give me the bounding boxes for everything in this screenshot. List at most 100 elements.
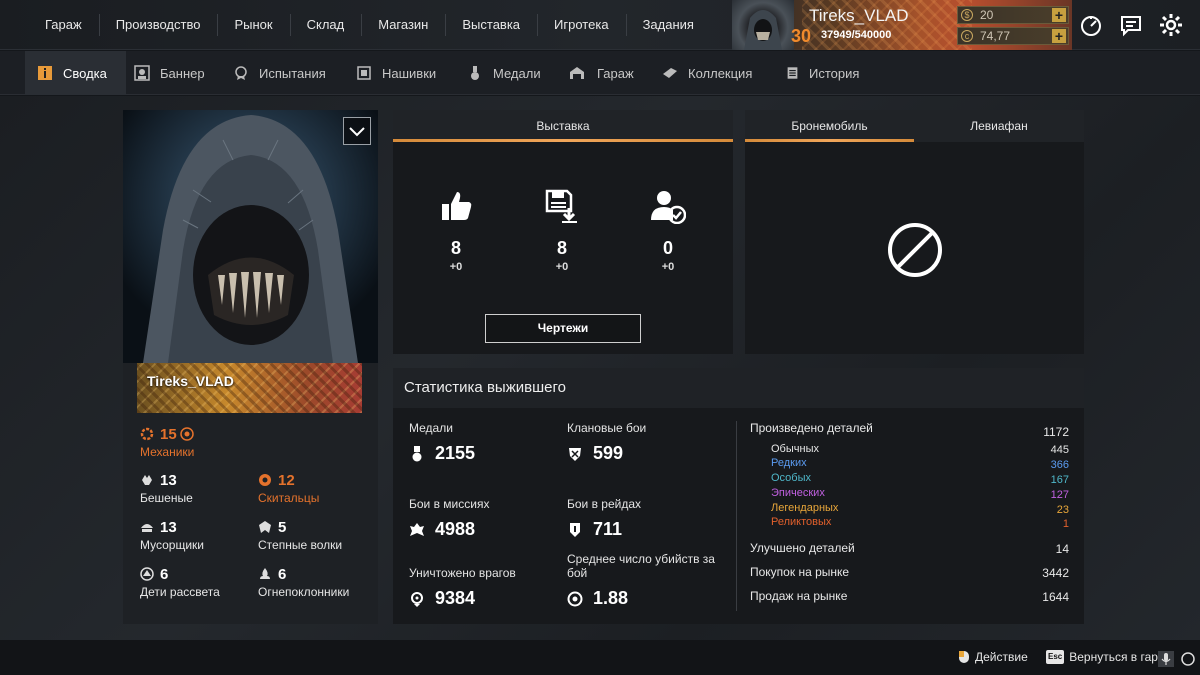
nav-production[interactable]: Производство bbox=[98, 0, 218, 50]
nav-exhibition[interactable]: Выставка bbox=[445, 0, 537, 50]
chevron-down-icon[interactable] bbox=[343, 117, 371, 145]
crosshair-icon bbox=[411, 591, 423, 607]
back-to-garage-label: Вернуться в гар bbox=[1069, 650, 1158, 664]
stat-mission-battles: Бои в миссиях 4988 bbox=[409, 497, 489, 540]
parts-upgraded-label: Улучшено деталей bbox=[750, 541, 855, 555]
avatar-image bbox=[123, 110, 378, 363]
rarity-legendary-value: 23 bbox=[1056, 504, 1069, 516]
tab-banner[interactable]: Баннер bbox=[134, 51, 205, 95]
downloads-stat: 8 +0 bbox=[522, 188, 602, 273]
tab-leviathan[interactable]: Левиафан bbox=[914, 110, 1084, 142]
faction-mechanics-value: 15 bbox=[160, 425, 177, 443]
faction-dawns-children-value: 6 bbox=[160, 565, 169, 583]
tab-summary[interactable]: Сводка bbox=[25, 51, 126, 95]
nav-storage[interactable]: Склад bbox=[289, 0, 362, 50]
user-check-icon bbox=[651, 191, 686, 224]
garage-icon bbox=[570, 67, 584, 79]
subscribers-stat: 0 +0 bbox=[628, 188, 708, 273]
add-premium-button[interactable]: + bbox=[1052, 29, 1066, 43]
no-vehicle-icon bbox=[888, 223, 942, 277]
rarity-special-label: Особых bbox=[771, 472, 812, 484]
faction-dawns-children-label: Дети рассвета bbox=[140, 585, 220, 599]
mechanics-icon bbox=[140, 427, 154, 441]
downloads-delta: +0 bbox=[555, 261, 569, 273]
parts-produced-label: Произведено деталей bbox=[750, 421, 873, 435]
coin-icon: $ bbox=[961, 9, 973, 21]
tab-challenges-label: Испытания bbox=[259, 65, 326, 81]
currency-coins: $ 20 + bbox=[957, 6, 1069, 24]
stat-medals: Медали 2155 bbox=[409, 421, 475, 464]
rarity-common-label: Обычных bbox=[771, 443, 819, 455]
stat-clan-battles: Клановые бои 599 bbox=[567, 421, 646, 464]
tab-banner-label: Баннер bbox=[160, 65, 205, 81]
faction-dawns-children: 6 Дети рассвета bbox=[140, 564, 220, 600]
stat-clan-battles-value: 599 bbox=[593, 443, 624, 463]
likes-delta: +0 bbox=[449, 261, 463, 273]
tab-garage[interactable]: Гараж bbox=[567, 51, 634, 95]
faction-steppenwolfs-value: 5 bbox=[278, 518, 287, 536]
stat-average-kills: Среднее число убийств за бой 1.88 bbox=[567, 552, 727, 609]
rarity-rare-value: 366 bbox=[1050, 459, 1069, 471]
blueprints-button[interactable]: Чертежи bbox=[485, 314, 641, 343]
gear-icon[interactable] bbox=[1159, 13, 1183, 37]
faction-mechanics-label: Механики bbox=[140, 445, 195, 459]
nav-garage[interactable]: Гараж bbox=[28, 0, 99, 50]
market-sales-value: 1644 bbox=[1042, 590, 1069, 604]
stat-medals-label: Медали bbox=[409, 421, 453, 435]
stat-raid-battles: Бои в рейдах 711 bbox=[567, 497, 641, 540]
faction-firestarters: 6 Огнепоклонники bbox=[258, 564, 350, 600]
stat-raid-battles-label: Бои в рейдах bbox=[567, 497, 642, 511]
stats-divider bbox=[736, 421, 737, 611]
nav-game-library[interactable]: Игротека bbox=[537, 0, 626, 50]
player-name: Tireks_VLAD bbox=[809, 6, 909, 25]
action-hint[interactable]: Действие bbox=[958, 650, 1028, 664]
faction-scavengers-label: Мусорщики bbox=[140, 538, 205, 552]
faction-nomads-value: 12 bbox=[278, 471, 295, 489]
faction-scavengers-value: 13 bbox=[160, 518, 177, 536]
faction-nomads-label: Скитальцы bbox=[258, 491, 320, 505]
dawns-children-icon bbox=[140, 567, 154, 581]
challenge-medal-icon bbox=[235, 66, 247, 80]
action-hint-label: Действие bbox=[975, 650, 1028, 664]
likes-value: 8 bbox=[450, 238, 461, 258]
collection-icon bbox=[663, 68, 677, 78]
tab-history[interactable]: История bbox=[786, 51, 859, 95]
tab-challenges[interactable]: Испытания bbox=[233, 51, 326, 95]
tab-collection[interactable]: Коллекция bbox=[662, 51, 752, 95]
tab-history-label: История bbox=[809, 65, 860, 81]
add-coins-button[interactable]: + bbox=[1052, 8, 1066, 22]
nav-market[interactable]: Рынок bbox=[217, 0, 289, 50]
patch-icon bbox=[357, 66, 371, 80]
nav-tasks[interactable]: Задания bbox=[625, 0, 711, 50]
medal-icon bbox=[412, 445, 422, 461]
nav-shop[interactable]: Магазин bbox=[361, 0, 445, 50]
mechanics-rank-icon bbox=[179, 427, 194, 441]
stat-average-kills-value: 1.88 bbox=[593, 588, 629, 608]
stat-enemies-destroyed-value: 9384 bbox=[435, 588, 476, 608]
tab-armored-car[interactable]: Бронемобиль bbox=[745, 110, 914, 142]
tab-collection-label: Коллекция bbox=[688, 65, 753, 81]
stat-raid-battles-value: 711 bbox=[593, 519, 623, 539]
rarity-common-value: 445 bbox=[1050, 444, 1069, 456]
kill-average-icon bbox=[567, 591, 583, 606]
tab-patches[interactable]: Нашивки bbox=[356, 51, 436, 95]
player-level: 30 bbox=[791, 26, 812, 46]
chat-icon[interactable] bbox=[1119, 13, 1143, 37]
back-to-garage-hint[interactable]: Esc Вернуться в гар bbox=[1046, 650, 1158, 664]
parts-upgraded-value: 14 bbox=[1055, 542, 1069, 556]
market-sales-label: Продаж на рынке bbox=[750, 589, 848, 603]
stat-clan-battles-label: Клановые бои bbox=[567, 421, 647, 435]
speedometer-icon[interactable] bbox=[1079, 13, 1103, 37]
mission-icon bbox=[410, 522, 424, 536]
faction-firestarters-label: Огнепоклонники bbox=[258, 585, 350, 599]
tab-medals[interactable]: Медали bbox=[467, 51, 541, 95]
parts-produced-value: 1172 bbox=[1043, 425, 1069, 439]
subscribers-delta: +0 bbox=[661, 261, 675, 273]
tab-exhibition[interactable]: Выставка bbox=[393, 110, 733, 142]
stat-medals-value: 2155 bbox=[435, 443, 476, 463]
stat-mission-battles-label: Бои в миссиях bbox=[409, 497, 490, 511]
steppenwolfs-icon bbox=[259, 521, 271, 533]
firestarters-icon bbox=[260, 568, 270, 579]
exhibition-panel: Выставка 8 +0 8 +0 0 +0 Чертежи bbox=[393, 110, 733, 354]
microphone-icon[interactable] bbox=[1158, 651, 1174, 667]
